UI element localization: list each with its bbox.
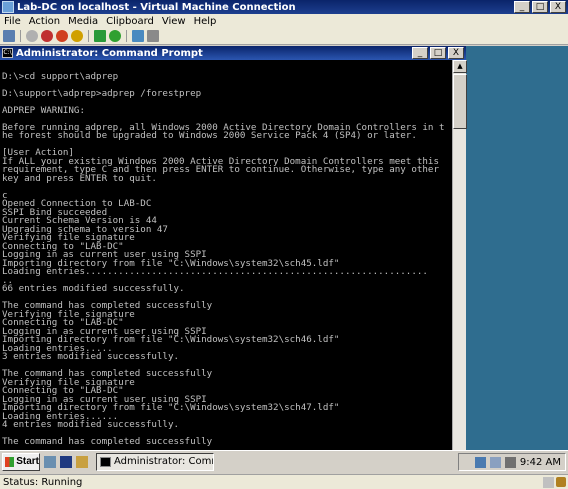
cmd-icon: C:\ [2, 48, 13, 58]
cmd-minimize-button[interactable]: _ [412, 47, 428, 59]
menu-bar: File Action Media Clipboard View Help [0, 14, 568, 28]
command-prompt-window[interactable]: C:\ Administrator: Command Prompt _ □ X … [0, 46, 467, 450]
console-line: he forest should be upgraded to Windows … [2, 130, 417, 141]
network-icon[interactable] [474, 456, 486, 468]
system-tray: 9:42 AM [458, 453, 566, 471]
console-line: key and press ENTER to quit. [2, 172, 157, 184]
vm-close-button[interactable]: X [550, 1, 566, 13]
menu-file[interactable]: File [0, 16, 25, 27]
status-bar: Status: Running [0, 474, 568, 489]
turn-off-icon[interactable] [41, 30, 53, 42]
console-line: ADPREP WARNING: [2, 104, 85, 116]
clock[interactable]: 9:42 AM [520, 457, 561, 468]
console-output: D:\>cd support\adprep D:\support\adprep>… [0, 60, 452, 447]
cmd-maximize-button[interactable]: □ [430, 47, 446, 59]
snapshot-icon[interactable] [132, 30, 144, 42]
scroll-up-arrow-icon[interactable]: ▲ [453, 60, 467, 73]
windows-flag-icon [5, 456, 15, 467]
keyboard-icon [543, 477, 554, 488]
console-area[interactable]: D:\>cd support\adprep D:\support\adprep>… [0, 60, 452, 450]
scroll-thumb[interactable] [453, 74, 467, 129]
start-button[interactable]: Start [2, 452, 40, 471]
menu-action[interactable]: Action [25, 16, 64, 27]
menu-clipboard[interactable]: Clipboard [102, 16, 158, 27]
menu-media[interactable]: Media [64, 16, 102, 27]
taskbar: Start Administrator: Comm... 9:42 AM [0, 450, 568, 472]
toolbar-separator [88, 30, 89, 42]
cmd-window-title: Administrator: Command Prompt [16, 47, 203, 59]
vm-toolbar [0, 28, 568, 45]
console-line: Loading entries.........................… [2, 266, 428, 277]
vm-maximize-button[interactable]: □ [532, 1, 548, 13]
powershell-icon[interactable] [60, 455, 72, 468]
console-line: D:\>cd support\adprep [2, 70, 119, 82]
menu-view[interactable]: View [158, 16, 190, 27]
console-line: The command has completed successfully [2, 436, 213, 447]
pause-icon[interactable] [94, 30, 106, 42]
resume-icon[interactable] [109, 30, 121, 42]
console-line: D:\support\adprep>adprep /forestprep [2, 87, 202, 99]
vm-connection-icon [2, 1, 14, 13]
console-line: 66 entries modified successfully. [2, 283, 185, 294]
start-icon[interactable] [26, 30, 38, 42]
lock-icon [556, 477, 566, 487]
toolbar-separator [126, 30, 127, 42]
toolbar-separator [20, 30, 21, 42]
status-text: Status: Running [3, 476, 83, 488]
cmd-close-button[interactable]: X [448, 47, 464, 59]
server-manager-icon[interactable] [44, 455, 56, 468]
cmd-icon [100, 456, 111, 467]
cmd-title-bar[interactable]: C:\ Administrator: Command Prompt _ □ X [0, 46, 466, 60]
taskbar-item-label: Administrator: Comm... [114, 456, 213, 467]
reset-icon[interactable] [71, 30, 83, 42]
menu-help[interactable]: Help [190, 16, 221, 27]
start-label: Start [16, 456, 39, 467]
console-line: 3 entries modified successfully. [2, 351, 180, 362]
vm-window-title: Lab-DC on localhost - Virtual Machine Co… [17, 1, 296, 13]
vm-title-bar[interactable]: Lab-DC on localhost - Virtual Machine Co… [0, 0, 568, 14]
console-line: 4 entries modified successfully. [2, 419, 180, 430]
shutdown-icon[interactable] [56, 30, 68, 42]
taskbar-item-command-prompt[interactable]: Administrator: Comm... [96, 452, 214, 471]
console-scrollbar[interactable]: ▲ [452, 60, 467, 450]
revert-icon[interactable] [147, 30, 159, 42]
guest-desktop: C:\ Administrator: Command Prompt _ □ X … [0, 46, 568, 450]
action-center-icon[interactable] [489, 456, 501, 468]
vm-minimize-button[interactable]: _ [514, 1, 530, 13]
explorer-icon[interactable] [76, 455, 88, 468]
ctrl-alt-del-icon[interactable] [3, 30, 15, 42]
volume-icon[interactable] [504, 456, 516, 468]
